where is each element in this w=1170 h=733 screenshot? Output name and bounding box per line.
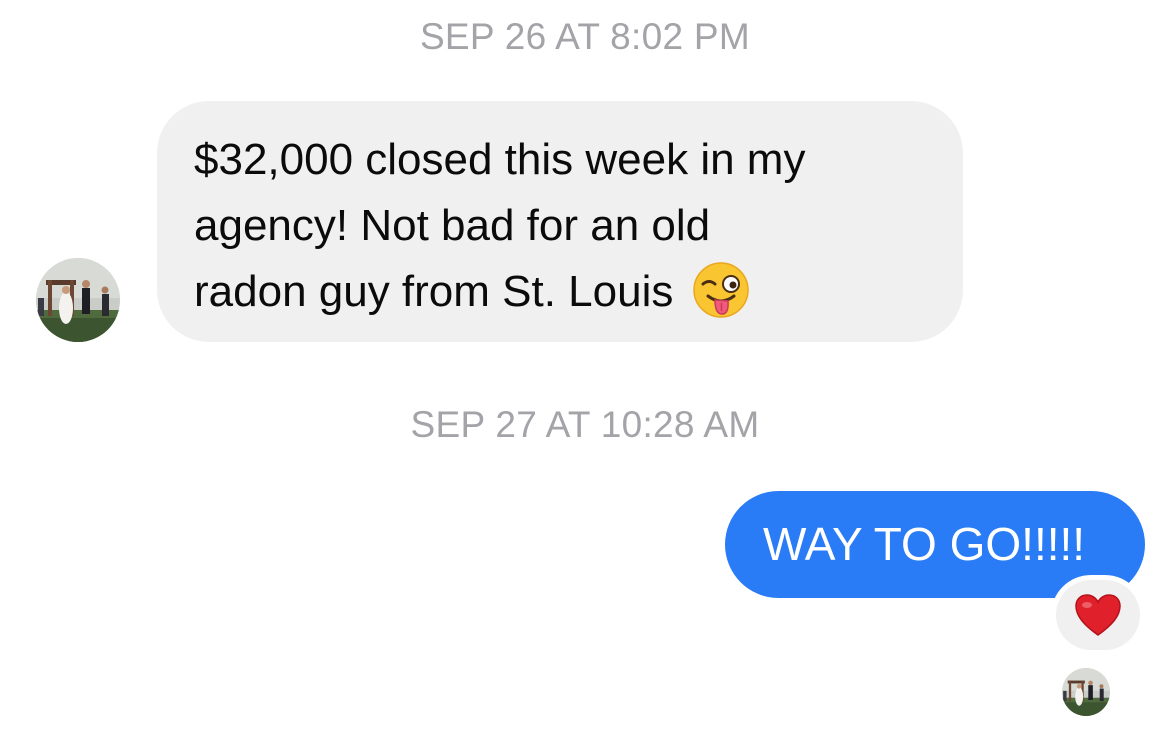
- timestamp-sep-27: SEP 27 AT 10:28 AM: [410, 404, 760, 445]
- red-heart-icon: [1075, 594, 1121, 636]
- message-line: agency! Not bad for an old: [194, 201, 711, 250]
- message-line: $32,000 closed this week in my: [194, 135, 806, 184]
- incoming-message-bubble[interactable]: $32,000 closed this week in my agency! N…: [157, 101, 963, 342]
- avatar-photo: [1062, 668, 1110, 716]
- message-line-last: radon guy from St. Louis: [194, 259, 927, 325]
- reaction-badge[interactable]: [1056, 580, 1140, 650]
- message-line-text: radon guy from St. Louis: [194, 267, 674, 316]
- winking-face-with-tongue-icon: [691, 260, 751, 320]
- read-receipt-avatar: [1062, 668, 1110, 716]
- outgoing-message-text: WAY TO GO!!!!!: [763, 518, 1086, 570]
- avatar-photo: [36, 258, 120, 342]
- timestamp-sep-26: SEP 26 AT 8:02 PM: [419, 16, 751, 57]
- contact-avatar[interactable]: [36, 258, 120, 342]
